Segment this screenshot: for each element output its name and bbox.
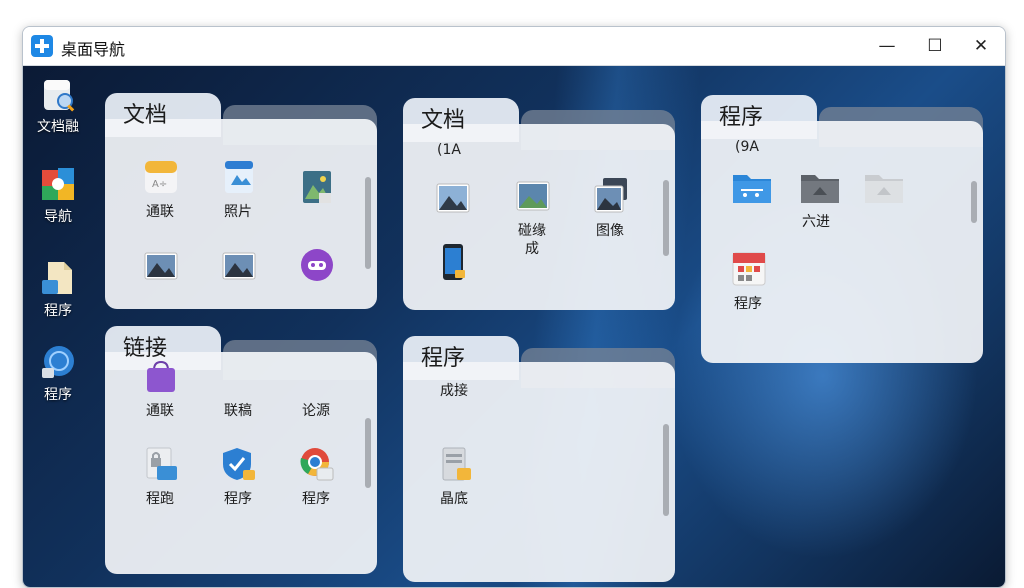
desktop-area: 文档融 导航 程序 程序 文档 A÷ 通联 照片 文档 (1A 碰缘 成 图像 … bbox=[23, 66, 1005, 587]
folder-panel-links[interactable]: 链接 通联 联稿 论源 程跑 程序 程序 bbox=[105, 326, 377, 574]
close-button[interactable]: ✕ bbox=[959, 31, 1003, 61]
item-label: 程序 bbox=[302, 491, 330, 507]
sidebar-item-label: 导航 bbox=[44, 209, 72, 225]
sidebar-item-program-2[interactable]: 程序 bbox=[23, 342, 93, 422]
folder-title: 程序 bbox=[719, 105, 764, 130]
item-label: 程序 bbox=[734, 296, 762, 312]
lock-document-icon bbox=[143, 446, 179, 482]
item-label: 论源 bbox=[302, 403, 330, 419]
blue-folder-icon bbox=[731, 169, 771, 205]
folder-panel-programs[interactable]: 程序 (9A 六进 程序 bbox=[701, 95, 983, 363]
globe-app-icon bbox=[38, 342, 78, 382]
calendar-app-icon bbox=[731, 251, 767, 287]
stacked-images-icon bbox=[593, 178, 629, 214]
item-label: 程序 bbox=[224, 491, 252, 507]
sidebar-item-label: 程序 bbox=[44, 303, 72, 319]
folder-scrollbar[interactable] bbox=[663, 180, 669, 256]
folder-item[interactable]: 照片 bbox=[203, 159, 273, 239]
folder-subheader: (1A bbox=[437, 142, 461, 158]
gray-folder-icon bbox=[799, 169, 839, 205]
folder-item[interactable]: 碰缘 成 bbox=[497, 178, 567, 258]
sidebar-item-nav[interactable]: 导航 bbox=[23, 164, 93, 244]
folder-panel-docs-2[interactable]: 文档 (1A 碰缘 成 图像 bbox=[403, 98, 675, 310]
sidebar-item-docs[interactable]: 文档融 bbox=[23, 74, 93, 154]
folder-item[interactable]: 晶底 bbox=[419, 446, 489, 526]
folder-scrollbar[interactable] bbox=[663, 424, 669, 516]
phone-icon bbox=[435, 244, 471, 280]
folder-item[interactable]: 程序 bbox=[281, 446, 351, 526]
folder-scrollbar[interactable] bbox=[365, 177, 371, 269]
folder-item[interactable]: 通联 bbox=[125, 358, 195, 438]
colorful-app-icon bbox=[38, 164, 78, 204]
item-label: 程跑 bbox=[146, 491, 174, 507]
sidebar-item-label: 程序 bbox=[44, 387, 72, 403]
item-label: 通联 bbox=[146, 204, 174, 220]
photo-document-icon bbox=[221, 159, 257, 195]
landscape-image-icon bbox=[143, 247, 179, 283]
folder-item[interactable]: 论源 bbox=[281, 358, 351, 438]
folder-item[interactable]: 图像 bbox=[575, 178, 645, 258]
folder-item[interactable] bbox=[845, 169, 915, 249]
sidebar-item-program[interactable]: 程序 bbox=[23, 258, 93, 338]
folder-scrollbar[interactable] bbox=[365, 418, 371, 488]
item-label: 联稿 bbox=[224, 403, 252, 419]
maximize-button[interactable]: ☐ bbox=[913, 31, 957, 61]
shopping-bag-icon bbox=[143, 358, 179, 394]
folder-item[interactable] bbox=[281, 169, 351, 249]
folder-subheader: (9A bbox=[735, 139, 759, 155]
title-bar: 桌面导航 — ☐ ✕ bbox=[23, 27, 1005, 66]
item-label: 六进 bbox=[802, 214, 830, 230]
light-folder-icon bbox=[863, 169, 903, 205]
chrome-app-icon bbox=[299, 446, 335, 482]
folder-panel-docs[interactable]: 文档 A÷ 通联 照片 bbox=[105, 93, 377, 309]
landscape-image-icon bbox=[515, 178, 551, 214]
svg-text:A÷: A÷ bbox=[152, 179, 167, 190]
folder-scrollbar[interactable] bbox=[971, 181, 977, 223]
folder-item[interactable]: A÷ 通联 bbox=[125, 159, 195, 239]
app-logo-icon bbox=[31, 35, 53, 57]
server-icon bbox=[437, 446, 473, 482]
folder-item[interactable]: 程序 bbox=[713, 251, 783, 331]
item-label: 图像 bbox=[596, 223, 624, 239]
document-icon: A÷ bbox=[143, 159, 179, 195]
sidebar-item-label: 文档融 bbox=[37, 119, 79, 135]
folder-item[interactable] bbox=[281, 247, 351, 327]
item-label: 晶底 bbox=[440, 491, 468, 507]
folder-item[interactable]: 六进 bbox=[781, 169, 851, 249]
folder-item[interactable]: 程跑 bbox=[125, 446, 195, 526]
shield-check-icon bbox=[221, 446, 257, 482]
item-label: 成接 bbox=[440, 383, 468, 399]
folder-title: 程序 bbox=[421, 346, 466, 371]
item-label: 碰缘 成 bbox=[518, 223, 546, 257]
folder-item[interactable] bbox=[125, 247, 195, 327]
window-title: 桌面导航 bbox=[61, 40, 126, 59]
item-label: 照片 bbox=[224, 204, 252, 220]
minimize-button[interactable]: — bbox=[865, 31, 909, 61]
folder-title: 文档 bbox=[421, 108, 466, 133]
folder-title: 文档 bbox=[123, 103, 168, 128]
item-label: 通联 bbox=[146, 403, 174, 419]
folder-item[interactable]: 联稿 bbox=[203, 358, 273, 438]
folder-search-icon bbox=[38, 74, 78, 114]
photo-icon bbox=[299, 169, 335, 205]
folder-panel-programs-2[interactable]: 程序 成接 晶底 bbox=[403, 336, 675, 582]
folder-item[interactable] bbox=[713, 169, 783, 249]
folder-item[interactable]: 程序 bbox=[203, 446, 273, 526]
document-icon bbox=[38, 258, 78, 298]
folder-item[interactable] bbox=[417, 244, 487, 324]
landscape-image-icon bbox=[221, 247, 257, 283]
game-controller-icon bbox=[299, 247, 335, 283]
landscape-image-icon bbox=[435, 180, 471, 216]
folder-item[interactable] bbox=[203, 247, 273, 327]
app-window: 桌面导航 — ☐ ✕ 文档融 导航 程序 程序 文档 A÷ 通联 照片 文档 (… bbox=[22, 26, 1006, 588]
